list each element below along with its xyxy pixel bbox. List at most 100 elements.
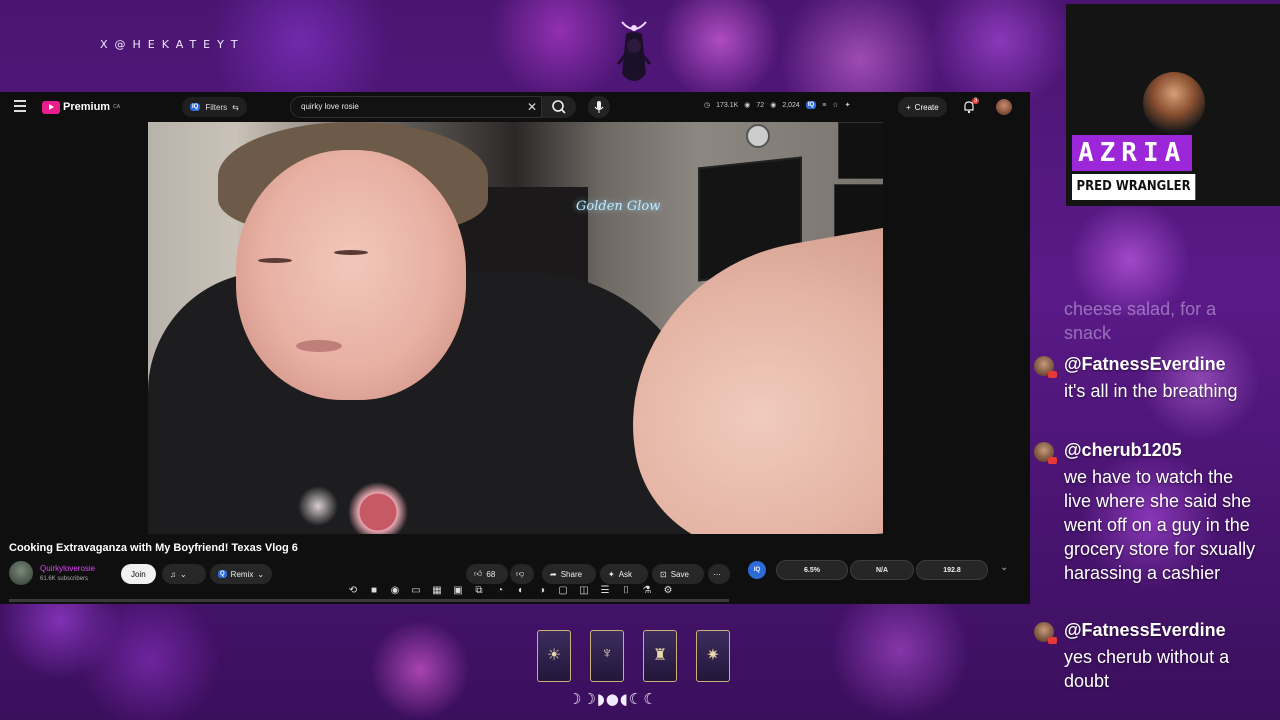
stream-handle: X@HEKATEYT	[100, 38, 245, 51]
youtube-premium-logo[interactable]: Premium CA	[42, 100, 120, 114]
video-subject-eye	[258, 258, 292, 263]
figure-icon: ♆	[601, 645, 613, 662]
speed-icon[interactable]: ◔	[492, 584, 508, 598]
effects-icon[interactable]: ◑	[534, 584, 550, 598]
chevron-down-icon: ⌄	[180, 569, 187, 579]
streamer-name: AZRIA	[1072, 135, 1193, 171]
search-button[interactable]	[542, 96, 576, 118]
ask-label: Ask	[618, 569, 633, 579]
wall-poster	[838, 122, 883, 179]
channel-avatar[interactable]	[9, 561, 33, 585]
save-label: Save	[670, 569, 689, 579]
stop-icon[interactable]: ■	[366, 584, 382, 598]
clear-search-icon[interactable]: ✕	[527, 100, 537, 114]
extension-badge-icon: IQ	[190, 103, 201, 111]
split-icon[interactable]: ◫	[576, 584, 592, 598]
youtube-window: Premium CA IQ Filters ⇆ quirky love rosi…	[0, 92, 1030, 604]
loop-icon[interactable]: ⟲	[345, 584, 361, 598]
ask-button[interactable]: ✦ Ask	[600, 564, 648, 584]
plus-icon: +	[906, 102, 911, 112]
tarot-card-tower: ♜	[643, 630, 677, 682]
remix-label: Remix	[230, 569, 254, 579]
account-avatar[interactable]	[996, 99, 1012, 115]
extension-icon[interactable]: IQ	[805, 101, 817, 109]
chat-username: @FatnessEverdine	[1064, 620, 1226, 640]
layout-icon[interactable]: ☰	[597, 584, 613, 598]
dislike-button[interactable]: 👎︎	[510, 564, 534, 584]
create-label: Create	[914, 102, 939, 112]
video-subject-face	[236, 150, 466, 400]
webcam-feed	[1143, 72, 1205, 134]
extension-toolbar: ⟲ ■ ◉ ▭ ▦ ▣ ⧉ ◔ ◐ ◑ ▢ ◫ ☰ ⌷ ⚗ ⚙	[345, 583, 676, 599]
subscribe-bell-button[interactable]: ♫ ⌄	[162, 564, 206, 584]
tarot-card-figure: ♆	[590, 630, 624, 682]
tower-icon: ♜	[652, 647, 668, 664]
tarot-card-star: ✷	[696, 630, 730, 682]
tarot-card-sun: ☀	[537, 630, 571, 682]
metric-pill: 192.8	[916, 560, 988, 580]
filters-label: Filters	[205, 102, 228, 112]
chevron-down-icon: ⌄	[257, 569, 265, 579]
like-button[interactable]: 👍︎ 68	[466, 564, 508, 584]
filter-icon[interactable]: ◐	[513, 584, 529, 598]
search-icon	[552, 100, 566, 114]
more-actions-button[interactable]: ⋯	[708, 564, 730, 584]
video-subject-mouth	[296, 340, 342, 352]
remix-button[interactable]: Q Remix ⌄	[210, 564, 272, 584]
video-title: Cooking Extravaganza with My Boyfriend! …	[9, 542, 298, 554]
calendar-icon[interactable]: ▦	[429, 584, 445, 598]
extension-logo-icon[interactable]: IQ	[748, 561, 766, 579]
chat-text: we have to watch the live where she said…	[1064, 467, 1256, 583]
progress-bar[interactable]	[9, 599, 729, 602]
image-icon[interactable]: ▣	[450, 584, 466, 598]
camera-icon[interactable]: ⌷	[618, 584, 634, 598]
logo-region: CA	[113, 104, 121, 110]
award-icon[interactable]: ☆	[832, 101, 838, 109]
join-button[interactable]: Join	[121, 564, 156, 584]
chat-avatar	[1034, 442, 1057, 464]
streamer-role: PRED WRANGLER	[1072, 174, 1196, 200]
youtube-header: Premium CA IQ Filters ⇆ quirky love rosi…	[0, 92, 1030, 122]
pip-icon[interactable]: ⧉	[471, 584, 487, 598]
menu-icon[interactable]	[14, 100, 26, 112]
more-icon: ⋯	[713, 569, 721, 579]
filters-button[interactable]: IQ Filters ⇆	[182, 97, 247, 117]
voice-search-button[interactable]	[588, 96, 610, 118]
chevron-down-icon[interactable]: ⌄	[1000, 562, 1008, 573]
share-label: Share	[560, 569, 583, 579]
theater-icon[interactable]: ▭	[408, 584, 424, 598]
eye-icon: ◉	[744, 102, 751, 109]
stat-views: 173.1K	[716, 101, 739, 109]
channel-name[interactable]: Quirkyloverosie	[40, 564, 95, 573]
search-input[interactable]: quirky love rosie ✕	[290, 96, 542, 118]
chat-avatar	[1034, 356, 1057, 378]
video-subject-arm	[604, 221, 883, 534]
stat-count: 72	[756, 101, 765, 109]
chat-username: @cherub1205	[1064, 440, 1182, 460]
share-button[interactable]: ➦ Share	[542, 564, 596, 584]
chat-avatar	[1034, 622, 1057, 644]
star-icon: ✷	[706, 647, 720, 664]
moon-phases-decoration: ☽☽◗●◖☾☾	[568, 690, 658, 708]
save-button[interactable]: ⊡ Save	[652, 564, 704, 584]
logo-text: Premium	[63, 101, 111, 113]
sparkle-icon[interactable]: ✦	[845, 101, 851, 109]
chat-username: @FatnessEverdine	[1064, 354, 1226, 374]
video-player[interactable]: Golden Glow	[148, 122, 883, 534]
goddess-crest-icon	[616, 21, 652, 81]
audio-icon[interactable]: ◉	[387, 584, 403, 598]
create-button[interactable]: + Create	[898, 97, 947, 117]
list-icon[interactable]: ≡	[822, 102, 826, 109]
extension-stats: ◷ 173.1K ◉ 72 ◉ 2,024 IQ ≡ ☆ ✦	[704, 101, 850, 109]
sparkle-icon: ✦	[608, 569, 615, 579]
sliders-icon: ⇆	[232, 102, 239, 112]
screen-icon[interactable]: ▢	[555, 584, 571, 598]
flask-icon[interactable]: ⚗	[639, 584, 655, 598]
sun-icon: ☀	[546, 647, 562, 664]
microphone-icon	[594, 101, 604, 113]
notification-count-badge: 3	[972, 98, 980, 104]
wall-clock	[746, 124, 770, 148]
neon-sign: Golden Glow	[576, 199, 661, 214]
like-count: 68	[486, 569, 496, 579]
gear-icon[interactable]: ⚙	[660, 584, 676, 598]
